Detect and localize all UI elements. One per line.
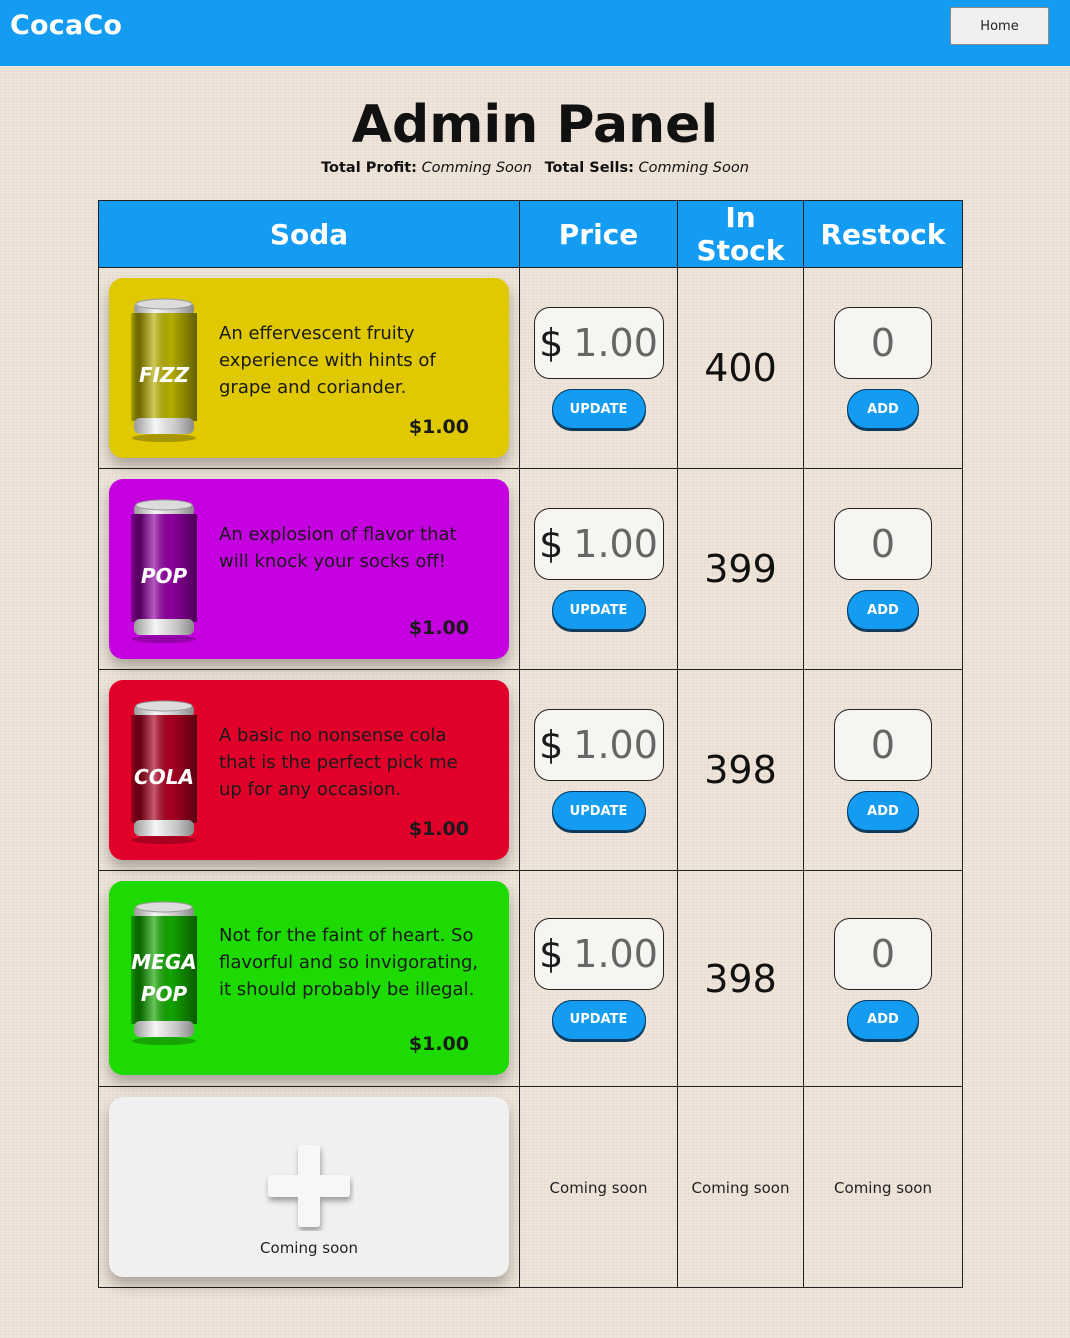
table-row: POP An explosion of flavor that will kno…	[98, 468, 963, 670]
can-label: COLA	[134, 765, 194, 789]
plus-icon	[268, 1145, 350, 1227]
stock-coming-soon: Coming soon	[691, 1178, 790, 1197]
add-stock-button[interactable]: ADD	[847, 791, 919, 831]
price-input-value: 1.00	[573, 723, 658, 767]
soda-description: An explosion of flavor that will knock y…	[219, 524, 457, 572]
soda-cell: POP An explosion of flavor that will kno…	[98, 468, 520, 670]
in-stock-count: 399	[704, 547, 777, 591]
stock-cell: 399	[677, 468, 804, 670]
soda-can-icon: COLA	[131, 700, 197, 844]
price-coming-soon: Coming soon	[549, 1178, 648, 1197]
restock-input[interactable]: 0	[834, 307, 932, 379]
soda-card[interactable]: FIZZ An effervescent fruity experience w…	[109, 278, 509, 458]
table-row: MEGA POP Not for the faint of heart. So …	[98, 870, 963, 1087]
price-cell: $1.00 UPDATE	[519, 267, 678, 469]
price-cell: Coming soon	[519, 1086, 678, 1288]
table-row: COLA A basic no nonsense cola that is th…	[98, 669, 963, 871]
add-stock-button[interactable]: ADD	[847, 590, 919, 630]
soda-can-icon: POP	[131, 499, 197, 643]
update-price-button[interactable]: UPDATE	[551, 389, 646, 429]
soda-price-tag: $1.00	[408, 617, 469, 639]
price-input-value: 1.00	[573, 931, 658, 976]
update-price-button[interactable]: UPDATE	[551, 999, 646, 1040]
column-header-in-stock: In Stock	[677, 200, 804, 268]
table-row-new-soda: Coming soon Coming soon Coming soon Comi…	[98, 1086, 963, 1288]
soda-can-icon: MEGA POP	[131, 901, 197, 1045]
stock-cell: 398	[677, 669, 804, 871]
can-label: POP	[141, 564, 188, 588]
restock-coming-soon: Coming soon	[834, 1178, 932, 1197]
stock-cell: Coming soon	[677, 1086, 804, 1288]
soda-price-tag: $1.00	[408, 416, 469, 438]
update-price-button[interactable]: UPDATE	[551, 791, 646, 831]
table-row: FIZZ An effervescent fruity experience w…	[98, 267, 963, 469]
column-header-soda: Soda	[98, 200, 520, 268]
soda-card[interactable]: POP An explosion of flavor that will kno…	[109, 479, 509, 659]
column-header-price: Price	[519, 200, 678, 268]
soda-cell: COLA A basic no nonsense cola that is th…	[98, 669, 520, 871]
soda-cell: FIZZ An effervescent fruity experience w…	[98, 267, 520, 469]
currency-symbol: $	[539, 321, 564, 365]
price-input-value: 1.00	[573, 522, 658, 566]
price-cell: $1.00 UPDATE	[519, 669, 678, 871]
add-soda-label: Coming soon	[260, 1239, 358, 1257]
soda-admin-table: Soda Price In Stock Restock FIZZ An effe…	[98, 200, 963, 1288]
in-stock-count: 398	[704, 748, 777, 792]
can-label: FIZZ	[139, 363, 190, 387]
restock-cell: 0 ADD	[803, 870, 963, 1087]
can-label-line-2: POP	[141, 982, 188, 1006]
add-stock-button[interactable]: ADD	[847, 999, 919, 1040]
total-sells-label: Total Sells:	[544, 160, 634, 176]
currency-symbol: $	[539, 723, 564, 767]
price-input[interactable]: $1.00	[533, 709, 664, 781]
in-stock-count: 400	[704, 346, 777, 390]
in-stock-count: 398	[704, 956, 777, 1001]
soda-card[interactable]: COLA A basic no nonsense cola that is th…	[109, 680, 509, 860]
restock-input[interactable]: 0	[834, 508, 932, 580]
price-input[interactable]: $1.00	[533, 917, 664, 990]
soda-price-tag: $1.00	[408, 1033, 469, 1055]
total-profit-label: Total Profit:	[321, 160, 417, 176]
table-header-row: Soda Price In Stock Restock	[98, 200, 963, 268]
add-stock-button[interactable]: ADD	[847, 389, 919, 429]
price-cell: $1.00 UPDATE	[519, 468, 678, 670]
total-sells-value: Comming Soon	[638, 160, 749, 176]
price-input[interactable]: $1.00	[533, 508, 664, 580]
soda-price-tag: $1.00	[408, 818, 469, 840]
soda-description: Not for the faint of heart. So flavorful…	[219, 925, 479, 1000]
soda-description: A basic no nonsense cola that is the per…	[219, 725, 458, 800]
restock-input[interactable]: 0	[834, 709, 932, 781]
restock-cell: Coming soon	[803, 1086, 963, 1288]
restock-cell: 0 ADD	[803, 267, 963, 469]
price-input[interactable]: $1.00	[533, 307, 664, 379]
stock-cell: 400	[677, 267, 804, 469]
currency-symbol: $	[539, 931, 564, 976]
restock-cell: 0 ADD	[803, 468, 963, 670]
home-button[interactable]: Home	[950, 7, 1049, 45]
column-header-restock: Restock	[803, 200, 963, 268]
add-soda-card[interactable]: Coming soon	[109, 1097, 509, 1277]
stock-cell: 398	[677, 870, 804, 1087]
price-cell: $1.00 UPDATE	[519, 870, 678, 1087]
update-price-button[interactable]: UPDATE	[551, 590, 646, 630]
soda-can-icon: FIZZ	[131, 298, 197, 442]
restock-cell: 0 ADD	[803, 669, 963, 871]
brand-logo[interactable]: CocaCo	[10, 10, 122, 41]
restock-input[interactable]: 0	[834, 917, 932, 990]
soda-card[interactable]: MEGA POP Not for the faint of heart. So …	[109, 881, 509, 1075]
soda-cell: Coming soon	[98, 1086, 520, 1288]
price-input-value: 1.00	[573, 321, 658, 365]
navbar: CocaCo Home	[0, 0, 1070, 66]
total-profit-value: Comming Soon	[421, 160, 532, 176]
soda-cell: MEGA POP Not for the faint of heart. So …	[98, 870, 520, 1087]
currency-symbol: $	[539, 522, 564, 566]
stats-line: Total Profit: Comming Soon Total Sells: …	[0, 160, 1070, 176]
page-title: Admin Panel	[351, 95, 719, 155]
can-label: MEGA	[131, 950, 196, 974]
soda-description: An effervescent fruity experience with h…	[219, 323, 436, 398]
